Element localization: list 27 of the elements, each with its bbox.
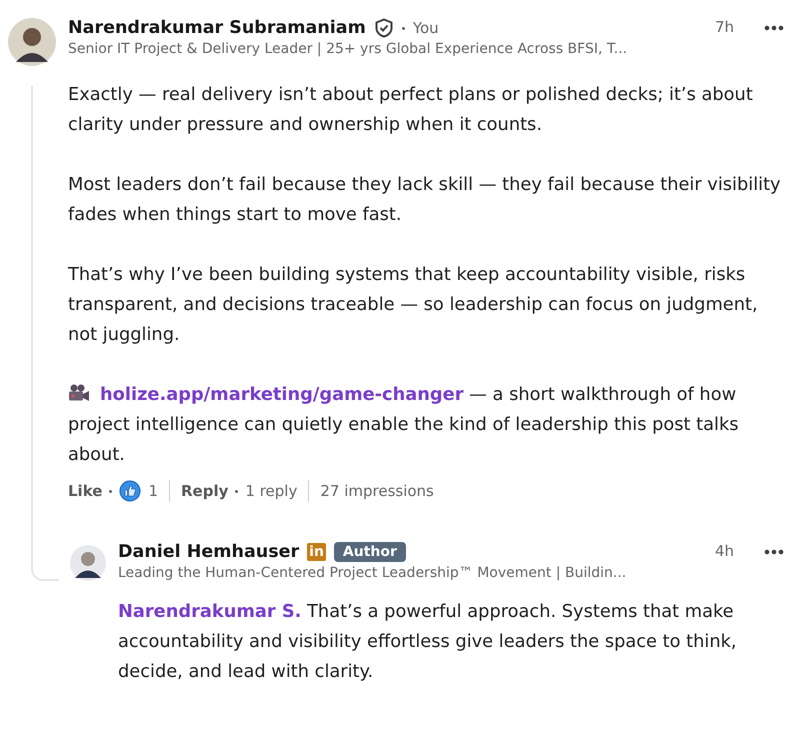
comment-paragraph: holize.app/marketing/game-changer — a short walkthrough of how project intelligence can quietly enable the kind of leadership this post talks about. xyxy=(68,382,740,467)
reply-text: Narendrakumar S. That’s a powerful approach. Systems that make accountability and visibility effortless give leaders the space to think, decide, and lead with clarity. xyxy=(117,600,738,684)
avatar[interactable] xyxy=(70,545,106,581)
comment-paragraph: Exactly — real delivery isn’t about perfect plans or polished decks; it’s about clarity under pressure and ownership when it counts. xyxy=(68,83,754,137)
reaction-count[interactable]: 1 xyxy=(148,482,158,500)
author-headline: Leading the Human-Centered Project Leadership™ Movement | Buildin... xyxy=(118,565,628,581)
impressions-count: 27 impressions xyxy=(320,482,434,500)
more-options-icon[interactable] xyxy=(764,549,784,555)
comment-paragraph: That’s why I’ve been building systems that keep accountability visible, risks transparent, and decisions traceable — so leadership can focus on judgment, not juggling. xyxy=(68,263,759,347)
reply-count[interactable]: 1 reply xyxy=(245,482,298,500)
comment-paragraph: Most leaders don’t fail because they lack skill — they fail because their visibility fades when things start to move fast. xyxy=(68,173,782,227)
timestamp: 4h xyxy=(714,542,734,560)
more-options-icon[interactable] xyxy=(764,25,784,31)
premium-badge: in xyxy=(307,543,326,561)
author-name[interactable]: Narendrakumar Subramaniam xyxy=(68,18,366,38)
thumbs-up-icon xyxy=(119,480,142,502)
mention-link[interactable]: Narendrakumar S. xyxy=(118,601,302,622)
author-badge: Author xyxy=(334,542,406,562)
timestamp: 7h xyxy=(714,18,734,36)
author-headline: Senior IT Project & Delivery Leader | 25+ yrs Global Experience Across BFSI, T... xyxy=(68,41,628,57)
like-button[interactable]: Like xyxy=(68,482,102,500)
reply-button[interactable]: Reply xyxy=(181,482,228,500)
author-name[interactable]: Daniel Hemhauser xyxy=(118,542,300,562)
relation-label: You xyxy=(412,19,439,37)
link[interactable]: holize.app/marketing/game-changer xyxy=(100,384,464,405)
movie-camera-icon xyxy=(68,383,90,403)
avatar[interactable] xyxy=(8,18,56,66)
